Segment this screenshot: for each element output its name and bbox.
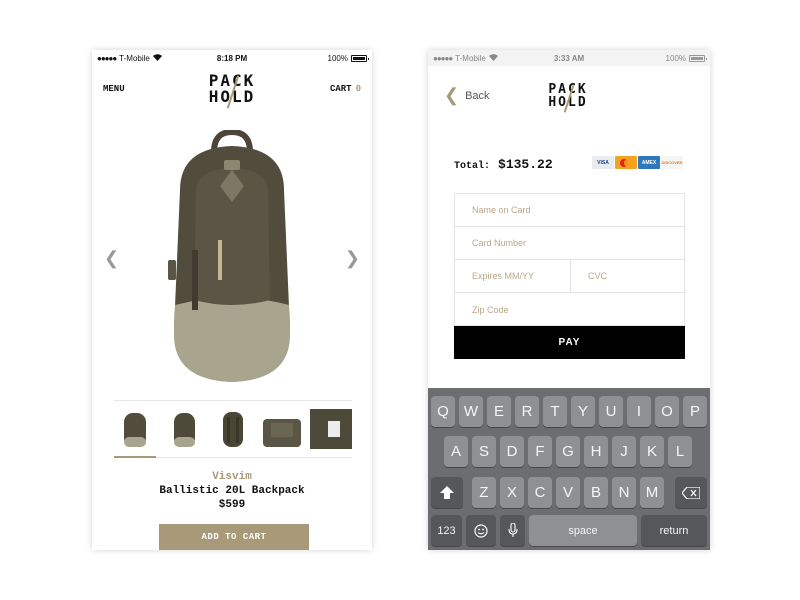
pack-hold-logo[interactable]: PACK HOLD [543, 83, 593, 113]
cart-button[interactable]: CART 0 [330, 84, 361, 94]
status-bar: ●●●●● T-Mobile 3:33 AM 100% [428, 50, 710, 66]
order-total: Total: $135.22 [454, 157, 553, 172]
battery-icon [351, 54, 369, 62]
pack-hold-logo[interactable]: PACK HOLD [202, 73, 262, 109]
product-screen: ●●●●● T-Mobile 8:18 PM 100% MENU PACK HO… [92, 50, 372, 550]
back-label: Back [465, 90, 490, 102]
key-s[interactable]: S [472, 436, 496, 467]
battery-icon [689, 54, 708, 62]
previous-image-arrow-icon[interactable]: ❮ [104, 248, 119, 269]
microphone-icon[interactable] [500, 515, 525, 546]
key-h[interactable]: H [584, 436, 608, 467]
cart-count: 0 [355, 84, 361, 94]
cvc-field[interactable]: CVC [571, 260, 686, 293]
card-number-field[interactable]: Card Number [455, 227, 684, 260]
signal-icon: ●●●●● [433, 53, 453, 63]
key-e[interactable]: E [487, 396, 511, 427]
key-x[interactable]: X [500, 477, 524, 508]
space-key[interactable]: space [529, 515, 637, 546]
add-to-cart-button[interactable]: ADD TO CART [159, 524, 309, 550]
wifi-icon [488, 53, 498, 63]
key-c[interactable]: C [528, 477, 552, 508]
mastercard-card-icon [615, 156, 637, 169]
discover-card-icon: DISCOVER [661, 156, 683, 169]
key-u[interactable]: U [599, 396, 623, 427]
return-key[interactable]: return [641, 515, 707, 546]
cart-label: CART [329, 84, 352, 94]
key-v[interactable]: V [556, 477, 580, 508]
key-b[interactable]: B [584, 477, 608, 508]
backspace-icon[interactable] [675, 477, 707, 508]
mockup-stage: ●●●●● T-Mobile 8:18 PM 100% MENU PACK HO… [0, 0, 800, 600]
thumbnail-angle[interactable] [163, 408, 205, 450]
accepted-cards: VISA AMEX DISCOVER [592, 156, 683, 169]
thumbnail-strip [114, 400, 352, 458]
key-f[interactable]: F [528, 436, 552, 467]
key-d[interactable]: D [500, 436, 524, 467]
ios-keyboard: Q W E R T Y U I O P A S D F G H J K L Z … [428, 388, 710, 550]
key-q[interactable]: Q [431, 396, 455, 427]
product-name: Ballistic 20L Backpack [159, 485, 305, 497]
thumbnail-detail[interactable] [310, 408, 352, 450]
key-w[interactable]: W [459, 396, 483, 427]
carrier-label: T-Mobile [119, 53, 150, 63]
checkout-screen: ●●●●● T-Mobile 3:33 AM 100% ❮ Back PACK … [428, 50, 710, 550]
total-label: Total: [454, 161, 491, 172]
zip-code-field[interactable]: Zip Code [455, 293, 684, 326]
key-n[interactable]: N [612, 477, 636, 508]
chevron-left-icon: ❮ [444, 85, 460, 105]
key-m[interactable]: M [640, 477, 664, 508]
emoji-icon[interactable] [466, 515, 496, 546]
key-o[interactable]: O [655, 396, 679, 427]
total-value: $135.22 [498, 157, 553, 172]
payment-form: Name on Card Card Number Expires MM/YY C… [454, 193, 686, 326]
shift-icon[interactable] [431, 477, 463, 508]
thumbnail-front[interactable] [114, 408, 156, 458]
status-bar: ●●●●● T-Mobile 8:18 PM 100% [92, 50, 372, 66]
key-l[interactable]: L [668, 436, 692, 467]
key-t[interactable]: T [543, 396, 567, 427]
thumbnail-top[interactable] [261, 408, 303, 450]
next-image-arrow-icon[interactable]: ❯ [345, 248, 360, 269]
status-time: 3:33 AM [553, 53, 585, 63]
expiry-field[interactable]: Expires MM/YY [455, 260, 571, 293]
signal-icon: ●●●●● [97, 53, 117, 63]
wifi-icon [152, 53, 162, 63]
key-r[interactable]: R [515, 396, 539, 427]
key-y[interactable]: Y [571, 396, 595, 427]
numbers-key[interactable]: 123 [431, 515, 462, 546]
key-p[interactable]: P [683, 396, 707, 427]
key-k[interactable]: K [640, 436, 664, 467]
key-g[interactable]: G [556, 436, 580, 467]
thumbnail-back[interactable] [212, 408, 254, 450]
amex-card-icon: AMEX [638, 156, 660, 169]
product-brand[interactable]: Visvim [92, 471, 372, 483]
battery-percent: 100% [665, 53, 687, 63]
battery-percent: 100% [327, 53, 348, 63]
key-i[interactable]: I [627, 396, 651, 427]
product-price: $599 [218, 499, 246, 511]
name-on-card-field[interactable]: Name on Card [455, 194, 684, 227]
key-z[interactable]: Z [472, 477, 496, 508]
menu-button[interactable]: MENU [103, 84, 125, 94]
back-button[interactable]: ❮ Back [444, 85, 490, 105]
visa-card-icon: VISA [592, 156, 614, 169]
pay-button[interactable]: PAY [454, 326, 685, 359]
carrier-label: T-Mobile [455, 53, 486, 63]
status-time: 8:18 PM [216, 53, 248, 63]
key-j[interactable]: J [612, 436, 636, 467]
backpack-product-image [168, 130, 290, 382]
key-a[interactable]: A [444, 436, 468, 467]
